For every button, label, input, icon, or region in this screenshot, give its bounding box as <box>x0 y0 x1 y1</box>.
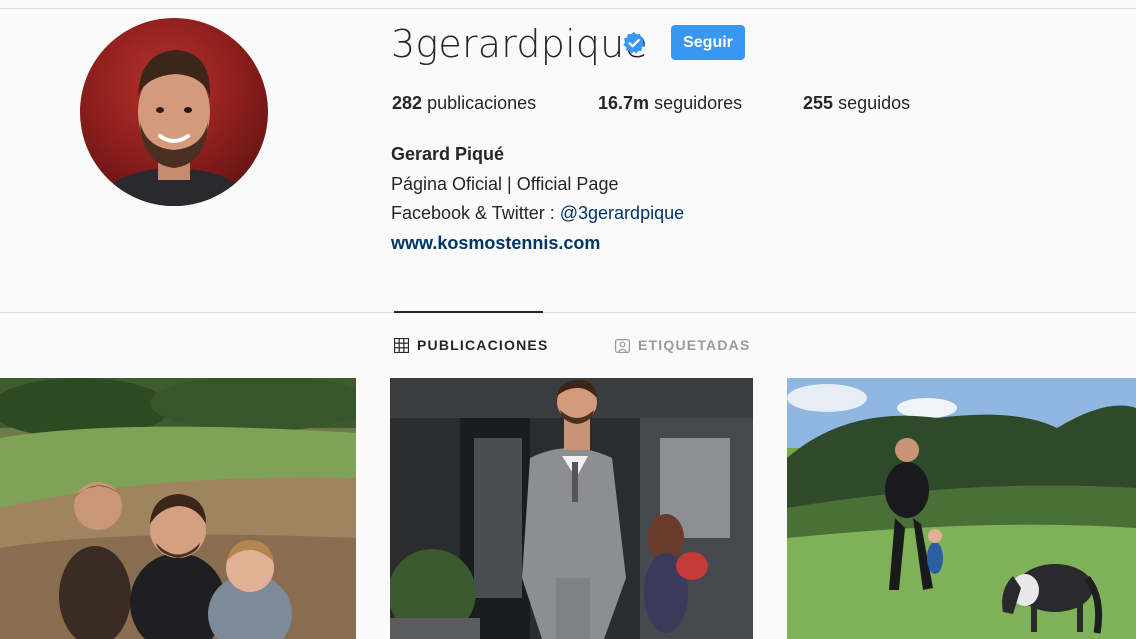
verified-badge-icon <box>623 32 645 54</box>
posts-count-stat: 282 publicaciones <box>392 93 536 114</box>
followers-count-stat[interactable]: 16.7m seguidores <box>598 93 742 114</box>
grid-icon <box>394 337 409 353</box>
post-thumbnail[interactable] <box>0 378 356 639</box>
following-label[interactable]: seguidos <box>838 93 910 113</box>
following-count[interactable]: 255 <box>803 93 833 113</box>
tab-posts-label: PUBLICACIONES <box>417 337 549 353</box>
following-count-stat[interactable]: 255 seguidos <box>803 93 910 114</box>
tab-tagged-label: ETIQUETADAS <box>638 337 751 353</box>
profile-username: 3gerardpique <box>391 22 649 66</box>
bio-line-1: Página Oficial | Official Page <box>391 174 619 194</box>
bio-line-2: Facebook & Twitter : @3gerardpique <box>391 203 684 224</box>
tabs-divider <box>0 312 1136 313</box>
active-tab-indicator <box>394 311 543 313</box>
top-border <box>0 8 1136 9</box>
bio-mention-link[interactable]: @3gerardpique <box>560 203 684 223</box>
posts-label: publicaciones <box>427 93 537 113</box>
followers-count[interactable]: 16.7m <box>598 93 649 113</box>
tab-posts[interactable]: PUBLICACIONES <box>394 337 549 353</box>
profile-avatar[interactable] <box>80 18 268 206</box>
tagged-icon <box>615 338 630 353</box>
posts-count: 282 <box>392 93 423 113</box>
follow-button[interactable]: Seguir <box>671 25 745 60</box>
tab-tagged[interactable]: ETIQUETADAS <box>615 337 751 353</box>
followers-label[interactable]: seguidores <box>654 93 742 113</box>
post-thumbnail[interactable] <box>390 378 753 639</box>
profile-full-name: Gerard Piqué <box>391 144 505 164</box>
post-thumbnail[interactable] <box>787 378 1136 639</box>
website-link[interactable]: www.kosmostennis.com <box>391 233 600 254</box>
bio-line-2-text: Facebook & Twitter : <box>391 203 560 223</box>
